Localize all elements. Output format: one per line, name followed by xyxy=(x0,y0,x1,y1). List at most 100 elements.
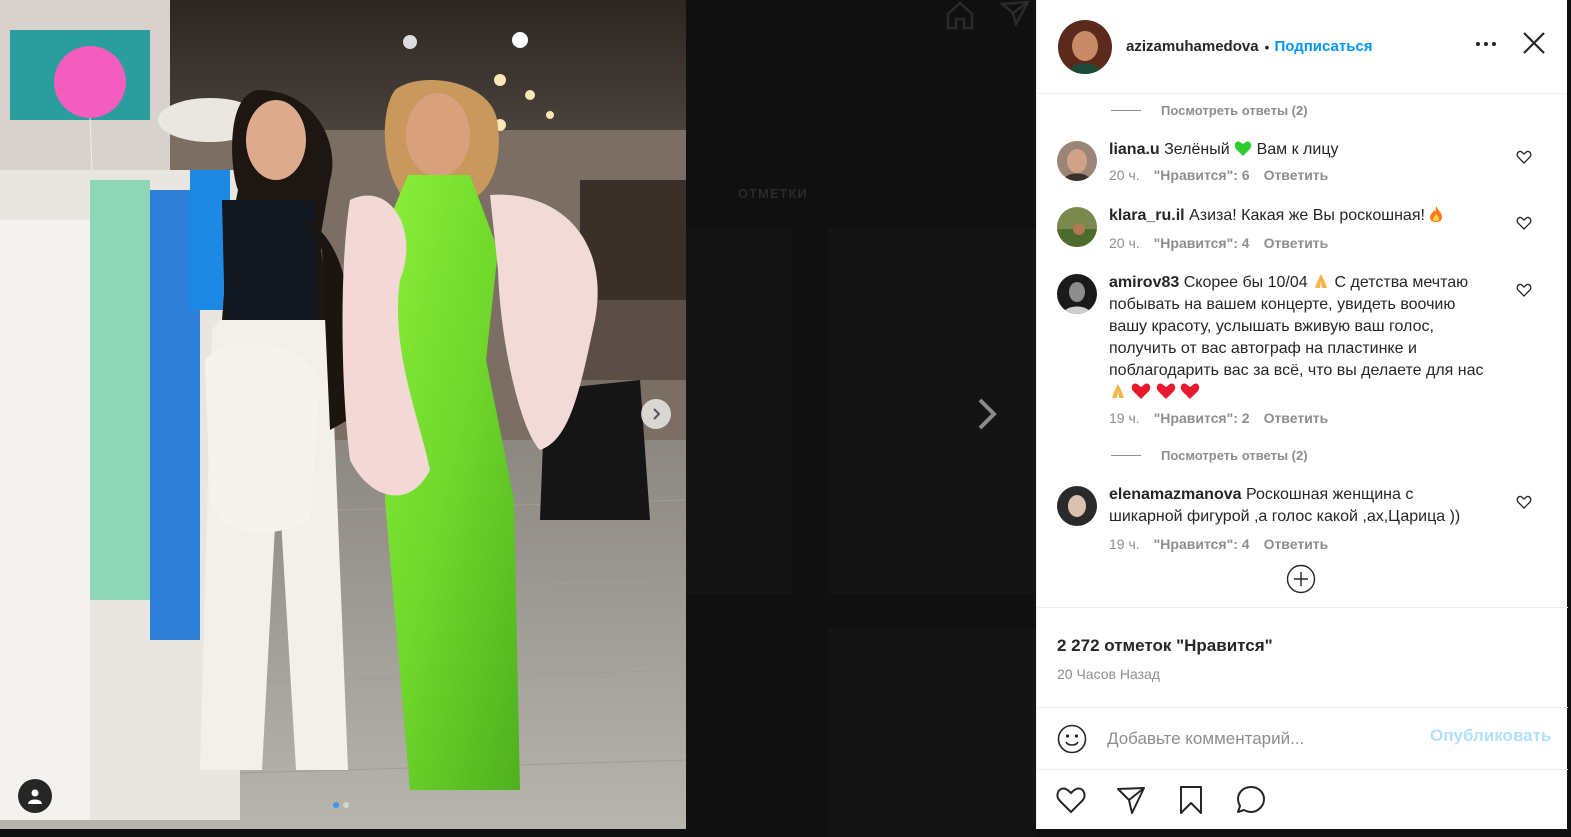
comment-meta: 19 ч. "Нравится": 4 Ответить xyxy=(1109,536,1328,552)
red-heart-emoji-icon xyxy=(1181,383,1200,399)
pray-emoji-icon xyxy=(1112,384,1124,398)
post-actions xyxy=(1037,769,1568,829)
reply-button[interactable]: Ответить xyxy=(1264,167,1329,183)
comment-icon[interactable] xyxy=(1235,784,1267,816)
heart-icon[interactable] xyxy=(1516,215,1532,231)
plus-circle-icon[interactable] xyxy=(1286,564,1316,594)
comment-username[interactable]: elenamazmanova xyxy=(1109,486,1242,503)
user-tag-icon xyxy=(28,789,42,804)
post-time[interactable]: 20 Часов Назад xyxy=(1057,666,1568,682)
avatar-image xyxy=(1057,207,1097,247)
chevron-right-icon xyxy=(653,408,661,420)
comment-content: С детства мечтаю xyxy=(1334,274,1469,291)
view-replies-label: Посмотреть ответы (2) xyxy=(1161,103,1308,118)
view-replies-button[interactable]: Посмотреть ответы (2) xyxy=(1111,103,1308,118)
view-replies-button[interactable]: Посмотреть ответы (2) xyxy=(1111,448,1308,463)
bg-grid-tile xyxy=(828,628,1036,837)
comment-content: вашу красоту, услышать вживую ваш голос, xyxy=(1109,318,1434,335)
publish-button[interactable]: Опубликовать xyxy=(1430,726,1551,746)
comment-likes[interactable]: "Нравится": 4 xyxy=(1154,536,1250,552)
comment-time[interactable]: 19 ч. xyxy=(1109,536,1140,552)
bg-grid-tile xyxy=(686,228,792,594)
post-author-username[interactable]: azizamuhamedova xyxy=(1126,38,1259,55)
comment-text: elenamazmanova Роскошная женщина с шикар… xyxy=(1109,484,1519,528)
separator-dot: • xyxy=(1264,38,1270,55)
comment-content: Роскошная женщина с xyxy=(1245,486,1414,503)
avatar[interactable] xyxy=(1057,141,1097,181)
comment-likes[interactable]: "Нравится": 4 xyxy=(1154,235,1250,251)
post-header: azizamuhamedova • Подписаться xyxy=(1037,0,1567,94)
post-stats: 2 272 отметок "Нравится" 20 Часов Назад xyxy=(1037,607,1568,707)
comment-time[interactable]: 19 ч. xyxy=(1109,410,1140,426)
reply-button[interactable]: Ответить xyxy=(1264,536,1329,552)
close-icon[interactable] xyxy=(1521,30,1547,56)
heart-icon[interactable] xyxy=(1516,282,1532,298)
comment-time[interactable]: 20 ч. xyxy=(1109,235,1140,251)
comment-content: поблагодарить вас за всё, что вы делаете… xyxy=(1109,362,1484,379)
instagram-post-modal: ОТМЕТКИ azizamuhamedova • Подписаться По… xyxy=(0,0,1571,837)
direct-icon xyxy=(1000,0,1030,26)
comment-content: шикарной фигурой ,а голос какой ,ах,Цари… xyxy=(1109,508,1461,525)
avatar-image xyxy=(1057,274,1097,314)
green-heart-emoji-icon xyxy=(1234,141,1252,156)
heart-icon[interactable] xyxy=(1055,784,1087,816)
carousel-dot xyxy=(343,802,349,808)
comment-content: Скорее бы 10/04 xyxy=(1183,274,1308,291)
carousel-dots xyxy=(333,802,349,808)
comment-likes[interactable]: "Нравится": 6 xyxy=(1154,167,1250,183)
comment-content: получить от вас автограф на пластинке и xyxy=(1109,340,1417,357)
balloon xyxy=(54,46,126,118)
chevron-right-icon[interactable] xyxy=(968,392,1004,436)
comment-username[interactable]: amirov83 xyxy=(1109,274,1179,291)
red-heart-emoji-icon xyxy=(1156,383,1176,399)
comment-text: klara_ru.il Азиза! Какая же Вы роскошная… xyxy=(1109,205,1519,227)
avatar[interactable] xyxy=(1057,486,1097,526)
carousel-next-button[interactable] xyxy=(641,399,671,429)
comment-meta: 20 ч. "Нравится": 6 Ответить xyxy=(1109,167,1328,183)
comment-content: Зелёный xyxy=(1164,141,1230,158)
comment-input[interactable] xyxy=(1107,728,1407,749)
reply-button[interactable]: Ответить xyxy=(1264,410,1329,426)
avatar[interactable] xyxy=(1057,207,1097,247)
comment-meta: 20 ч. "Нравится": 4 Ответить xyxy=(1109,235,1328,251)
comment-content: Азиза! Какая же Вы роскошная! xyxy=(1189,207,1425,224)
more-icon[interactable] xyxy=(1475,36,1497,52)
tab-tagged: ОТМЕТКИ xyxy=(738,186,808,201)
comment-likes[interactable]: "Нравится": 2 xyxy=(1154,410,1250,426)
comment-meta: 19 ч. "Нравится": 2 Ответить xyxy=(1109,410,1328,426)
comment-username[interactable]: liana.u xyxy=(1109,141,1160,158)
user-tag-button[interactable] xyxy=(18,779,52,813)
comment-username[interactable]: klara_ru.il xyxy=(1109,207,1185,224)
home-icon xyxy=(946,1,974,30)
share-icon[interactable] xyxy=(1115,784,1147,816)
carousel-dot-active xyxy=(333,802,339,808)
bookmark-icon[interactable] xyxy=(1175,784,1207,816)
avatar-image xyxy=(1057,141,1097,181)
avatar[interactable] xyxy=(1057,274,1097,314)
avatar[interactable] xyxy=(1058,19,1112,74)
comment-text: liana.u Зелёный Вам к лицу xyxy=(1109,139,1519,161)
replies-line xyxy=(1111,110,1141,111)
fire-emoji-icon xyxy=(1430,206,1443,222)
bg-grid-tile xyxy=(828,228,1036,594)
follow-button[interactable]: Подписаться xyxy=(1274,38,1372,55)
comment-time[interactable]: 20 ч. xyxy=(1109,167,1140,183)
comment-content: Вам к лицу xyxy=(1256,141,1339,158)
comment-content: побывать на вашем концерте, увидеть вооч… xyxy=(1109,296,1456,313)
post-photo[interactable] xyxy=(0,0,686,829)
comment-composer: Опубликовать xyxy=(1037,707,1568,769)
likes-count[interactable]: 2 272 отметок "Нравится" xyxy=(1057,636,1568,656)
view-replies-label: Посмотреть ответы (2) xyxy=(1161,448,1308,463)
heart-icon[interactable] xyxy=(1516,149,1532,165)
smile-icon[interactable] xyxy=(1057,724,1087,754)
comments-list: Посмотреть ответы (2) liana.u Зелёный Ва… xyxy=(1037,95,1568,607)
reply-button[interactable]: Ответить xyxy=(1264,235,1329,251)
post-side-panel: azizamuhamedova • Подписаться Посмотреть… xyxy=(1036,0,1568,829)
avatar-image xyxy=(1057,486,1097,526)
red-heart-emoji-icon xyxy=(1132,383,1151,399)
avatar-image xyxy=(1058,19,1112,74)
replies-line xyxy=(1111,455,1141,456)
heart-icon[interactable] xyxy=(1516,494,1532,510)
pray-emoji-icon xyxy=(1315,274,1328,288)
post-image xyxy=(0,0,686,829)
